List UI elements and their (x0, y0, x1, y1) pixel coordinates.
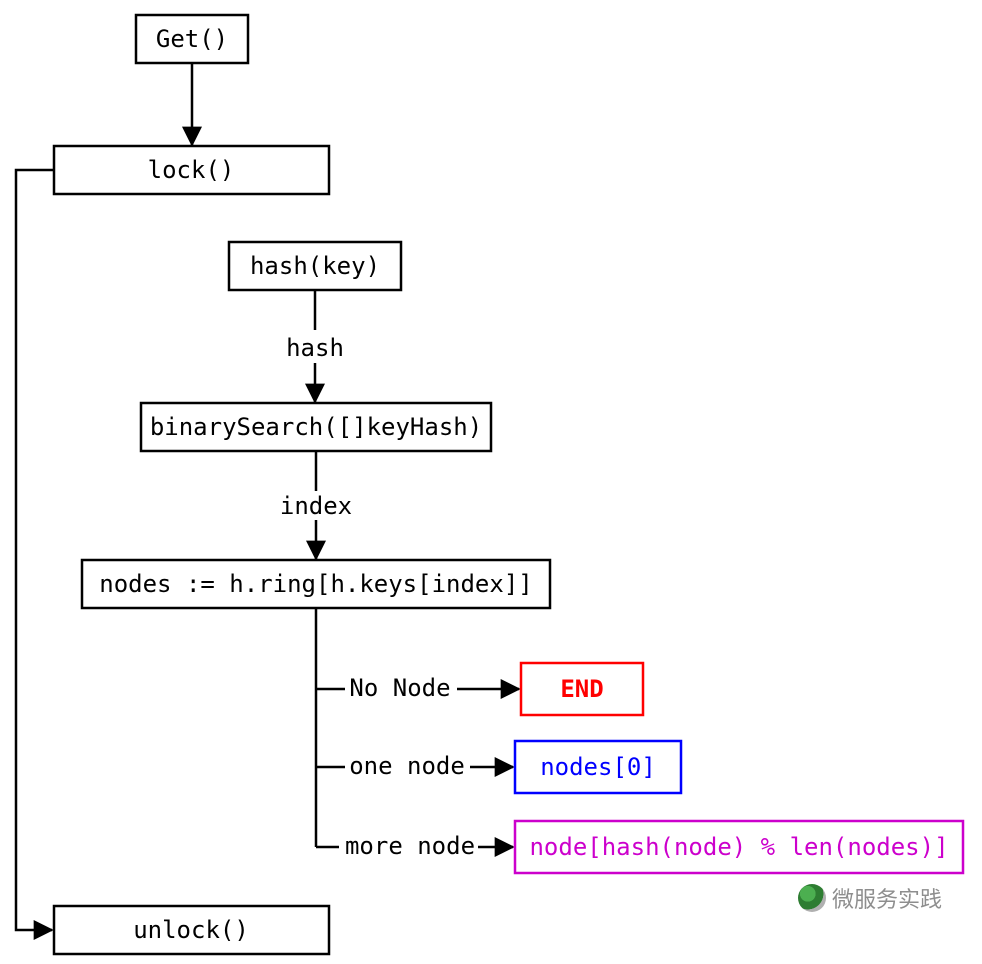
edge-branch-no-node: No Node (316, 674, 519, 702)
node-hashkey-label: hash(key) (250, 252, 380, 280)
edge-bsearch-to-assign: index (280, 451, 352, 559)
node-get: Get() (136, 15, 248, 63)
node-assign: nodes := h.ring[h.keys[index]] (82, 560, 550, 608)
wechat-icon (798, 884, 826, 912)
node-one: nodes[0] (515, 741, 681, 793)
node-hashkey: hash(key) (229, 242, 401, 290)
node-end-label: END (560, 675, 603, 703)
node-lock-label: lock() (148, 156, 235, 184)
node-unlock-label: unlock() (133, 916, 249, 944)
node-more: node[hash(node) % len(nodes)] (515, 821, 963, 873)
edge-hash-label: hash (286, 334, 344, 362)
node-bsearch: binarySearch([]keyHash) (141, 403, 491, 451)
watermark-text: 微服务实践 (832, 882, 942, 914)
edge-more-node-label: more node (345, 832, 475, 860)
flowchart: Get() lock() hash(key) hash binarySearch… (0, 0, 982, 964)
edge-one-node-label: one node (349, 752, 465, 780)
node-end: END (521, 663, 643, 715)
watermark: 微服务实践 (798, 882, 942, 914)
node-get-label: Get() (156, 25, 228, 53)
node-bsearch-label: binarySearch([]keyHash) (150, 413, 482, 441)
edge-no-node-label: No Node (349, 674, 450, 702)
node-one-label: nodes[0] (540, 753, 656, 781)
edge-lock-to-unlock (16, 170, 54, 930)
edge-hash-to-bsearch: hash (286, 290, 344, 402)
edge-branch-one-node: one node (316, 752, 513, 780)
node-lock: lock() (54, 146, 329, 194)
edge-index-label: index (280, 492, 352, 520)
edge-branch-more-node: more node (316, 832, 513, 860)
node-more-label: node[hash(node) % len(nodes)] (529, 833, 948, 861)
node-unlock: unlock() (54, 906, 329, 954)
node-assign-label: nodes := h.ring[h.keys[index]] (99, 570, 532, 598)
